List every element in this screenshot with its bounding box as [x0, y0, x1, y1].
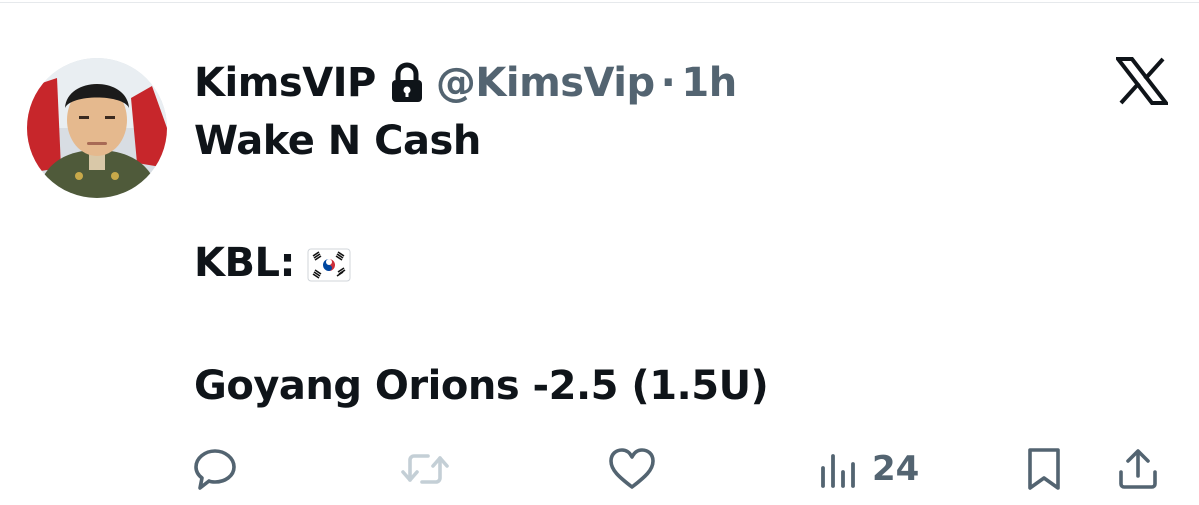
bookmark-icon	[1028, 448, 1060, 490]
tweet-text-line-3: Goyang Orions -2.5 (1.5U)	[194, 363, 769, 409]
reply-button[interactable]	[192, 444, 238, 494]
bookmark-button[interactable]	[1024, 444, 1064, 494]
share-icon	[1119, 449, 1157, 489]
avatar[interactable]	[27, 58, 167, 198]
like-icon	[609, 448, 655, 489]
tweet-text-line-2-row: KBL:	[194, 240, 351, 286]
user-handle[interactable]: @KimsVip	[436, 60, 655, 106]
views-button[interactable]: 24	[818, 444, 919, 494]
top-divider	[0, 2, 1199, 3]
share-button[interactable]	[1116, 444, 1160, 494]
retweet-icon	[401, 454, 449, 484]
like-button[interactable]	[607, 444, 657, 494]
tweet-text-line-1: Wake N Cash	[194, 118, 481, 164]
x-logo-icon[interactable]	[1113, 57, 1171, 105]
display-name[interactable]: KimsVIP	[194, 60, 376, 106]
retweet-button[interactable]	[398, 444, 452, 494]
tweet-text-line-2: KBL:	[194, 240, 295, 286]
reply-icon	[194, 449, 236, 490]
south-korea-flag-icon	[307, 246, 351, 282]
timestamp[interactable]: 1h	[681, 60, 737, 106]
separator-dot: ·	[660, 60, 676, 106]
views-icon	[821, 454, 855, 488]
views-count: 24	[872, 449, 920, 489]
lock-icon	[390, 62, 424, 104]
tweet-header: KimsVIP @KimsVip · 1h	[194, 58, 737, 108]
